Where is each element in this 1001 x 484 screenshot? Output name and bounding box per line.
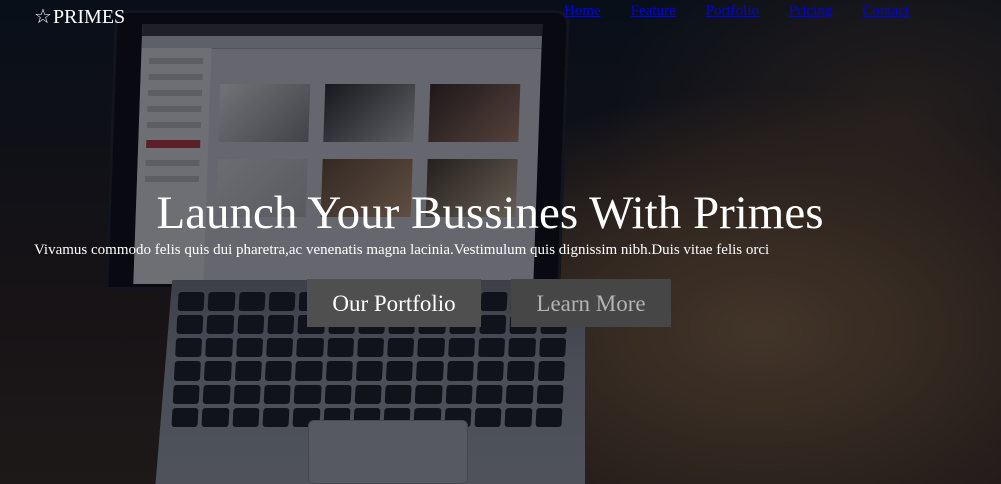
learn-more-button[interactable]: Learn More [511, 279, 671, 327]
brand-name: PRIMES [52, 6, 126, 28]
nav-link-contact[interactable]: Contact [862, 1, 909, 21]
main-nav: Home Feature Portfolio Pricing Contact [564, 1, 939, 21]
nav-link-pricing[interactable]: Pricing [789, 1, 832, 21]
hero-title: Launch Your Bussines With Primes [156, 187, 824, 239]
hero-subtitle: Vivamus commodo felis quis dui pharetra,… [34, 242, 770, 258]
nav-link-portfolio[interactable]: Portfolio [706, 1, 759, 21]
brand-logo[interactable]: ☆ PRIMES [34, 4, 125, 30]
our-portfolio-button[interactable]: Our Portfolio [307, 279, 481, 327]
nav-link-home[interactable]: Home [564, 1, 601, 21]
nav-link-feature[interactable]: Feature [631, 1, 676, 21]
star-icon: ☆ [34, 6, 52, 28]
